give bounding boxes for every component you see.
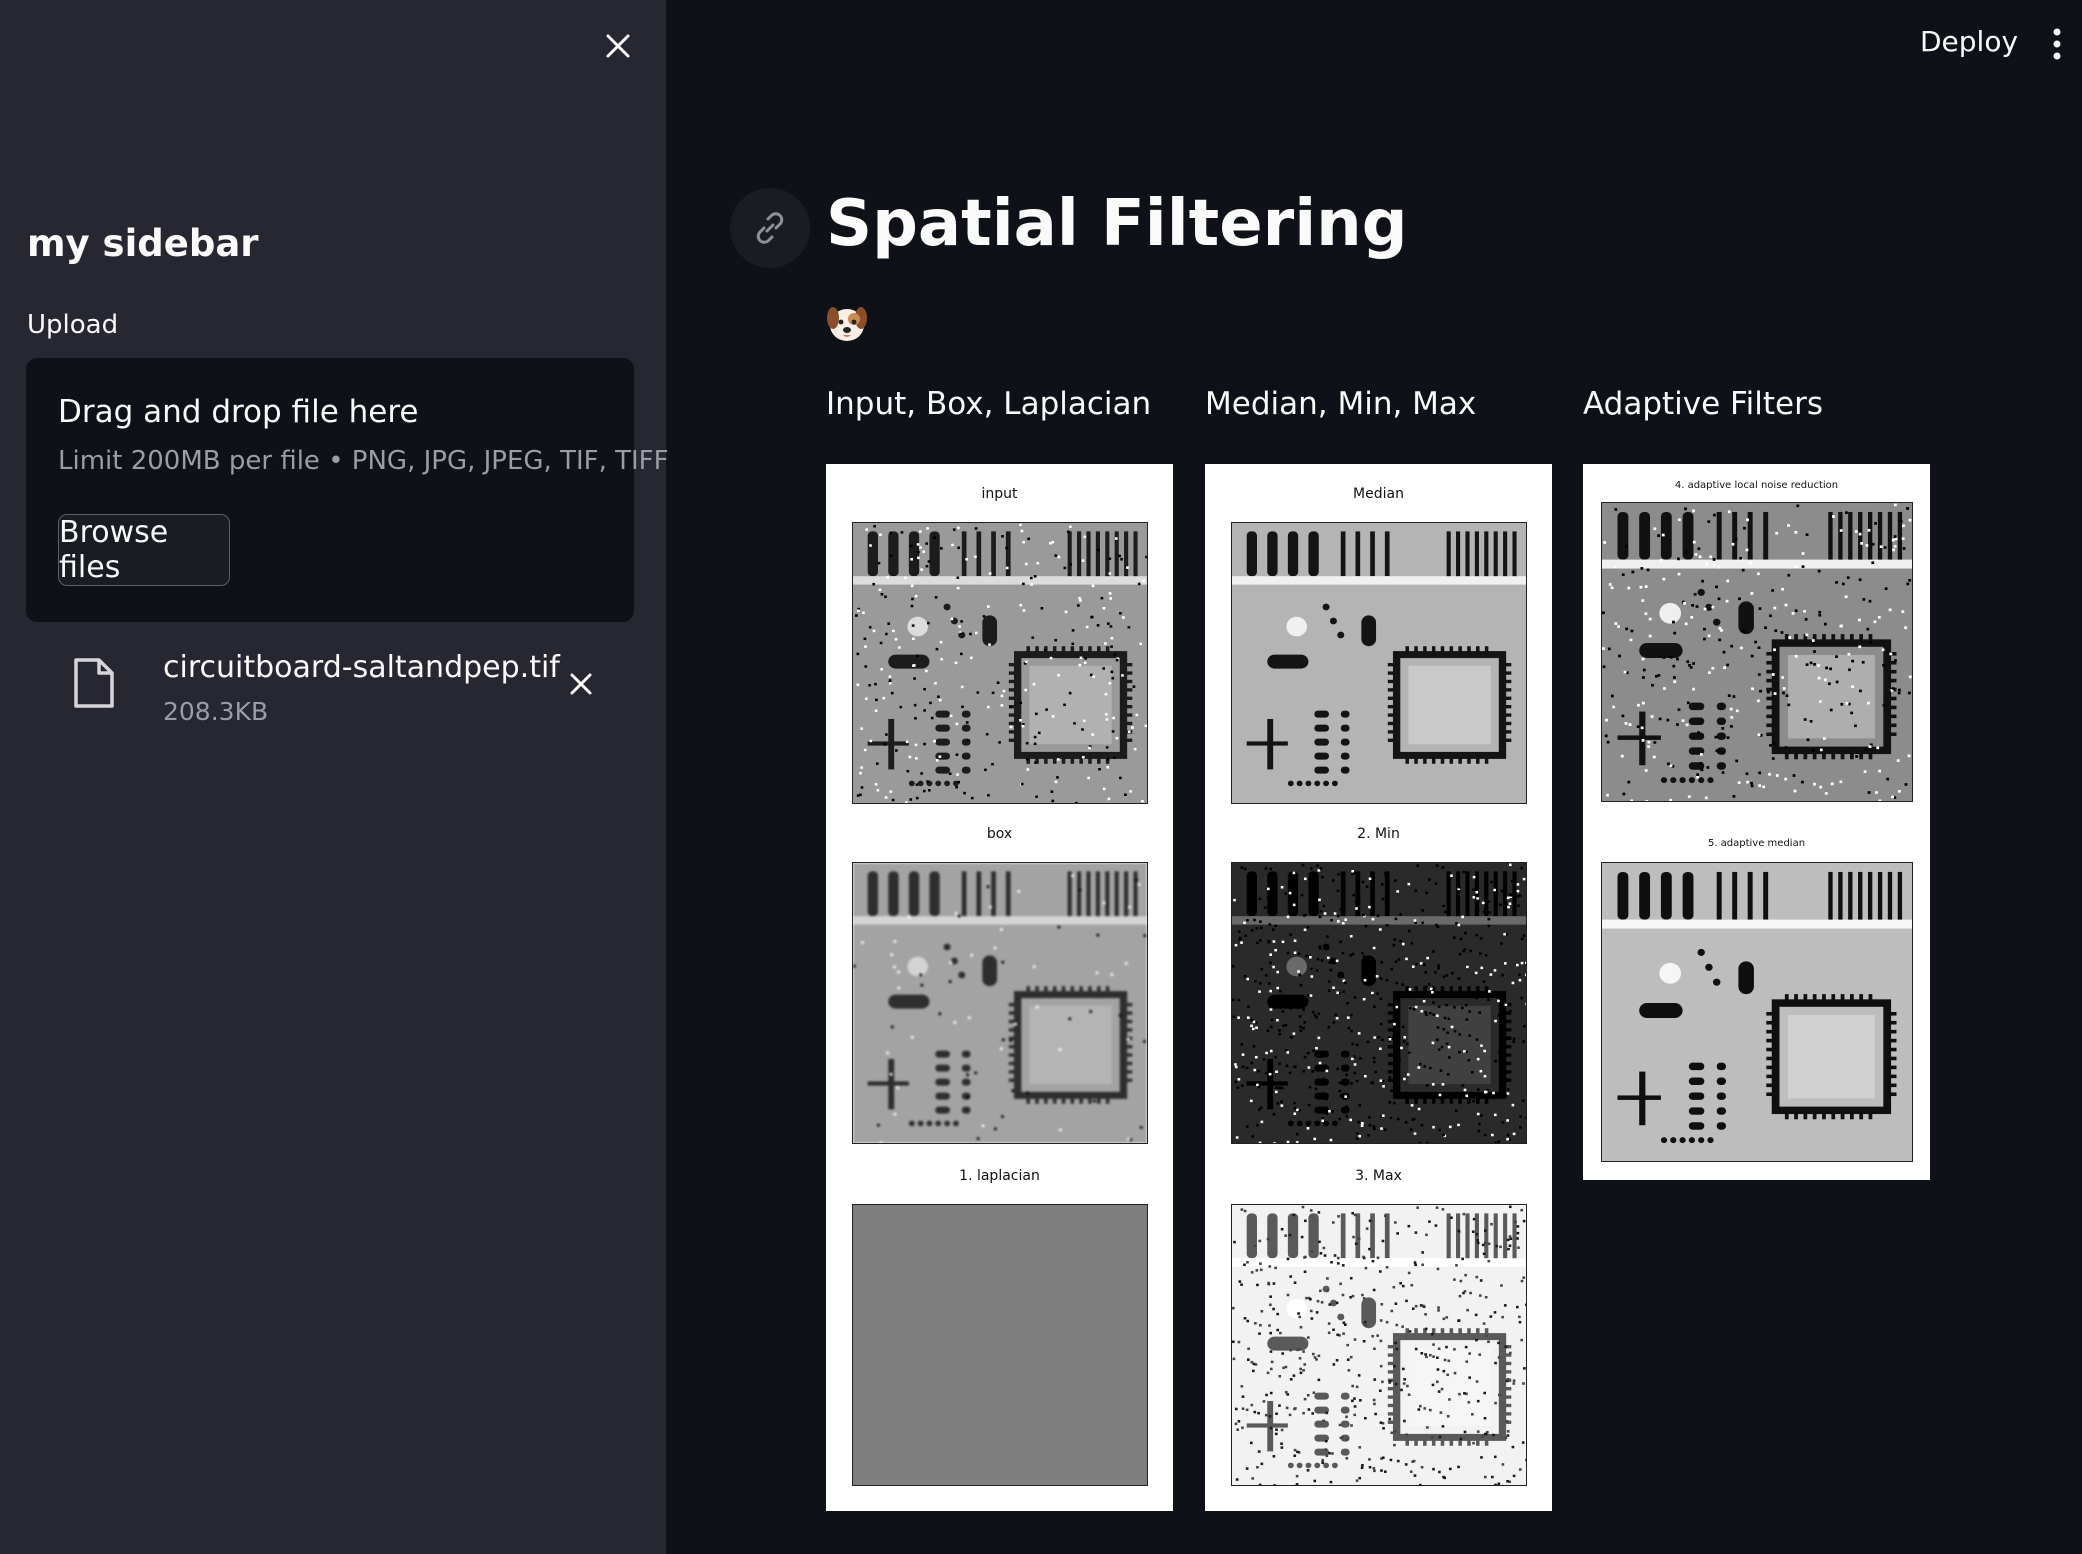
image-median [1231,522,1527,804]
figure-adaptive-filters: 4. adaptive local noise reduction 5. ada… [1583,464,1930,1180]
file-dropzone[interactable]: Drag and drop file here Limit 200MB per … [26,358,669,622]
figure-caption: 4. adaptive local noise reduction [1674,480,1839,491]
figure-caption: 2. Min [1357,826,1400,842]
link-icon[interactable] [730,188,810,268]
image-adaptive-local-noise-reduction [1601,502,1913,802]
column-heading-adaptive-filters: Adaptive Filters [1583,386,1823,422]
dropzone-limit-text: Limit 200MB per file • PNG, JPG, JPEG, T… [58,446,669,476]
image-adaptive-median [1601,862,1913,1162]
upload-label: Upload [27,310,119,340]
figure-caption: Median [1353,486,1404,502]
figure-caption: 1. laplacian [959,1168,1040,1184]
image-min-filter [1231,862,1527,1144]
sidebar: my sidebar Upload Drag and drop file her… [0,0,669,1554]
browse-files-button[interactable]: Browse files [58,514,230,586]
column-heading-input-box-laplacian: Input, Box, Laplacian [826,386,1152,422]
column-heading-median-min-max: Median, Min, Max [1205,386,1477,422]
deploy-button[interactable]: Deploy [1920,25,2018,58]
figure-input-box-laplacian: input box 1. laplacian [826,464,1173,1511]
close-sidebar-icon[interactable] [600,28,636,64]
figure-caption: input [981,486,1018,502]
dog-face-emoji-icon [826,302,868,344]
dropzone-title: Drag and drop file here [58,394,419,430]
figure-median-min-max: Median 2. Min 3. Max [1205,464,1552,1511]
main-menu-icon[interactable] [2050,26,2064,62]
image-laplacian [852,1204,1148,1486]
file-icon [72,657,116,709]
figure-caption: 5. adaptive median [1707,838,1806,849]
uploaded-file-size: 208.3KB [163,697,269,726]
remove-file-icon[interactable] [565,668,597,700]
image-max-filter [1231,1204,1527,1486]
figure-caption: 3. Max [1355,1168,1402,1184]
figure-caption: box [986,826,1013,842]
sidebar-title: my sidebar [27,222,259,265]
image-input [852,522,1148,804]
page-title: Spatial Filtering [826,187,1408,261]
image-box-filter [852,862,1148,1144]
uploaded-file-name: circuitboard-saltandpep.tif [163,650,560,685]
